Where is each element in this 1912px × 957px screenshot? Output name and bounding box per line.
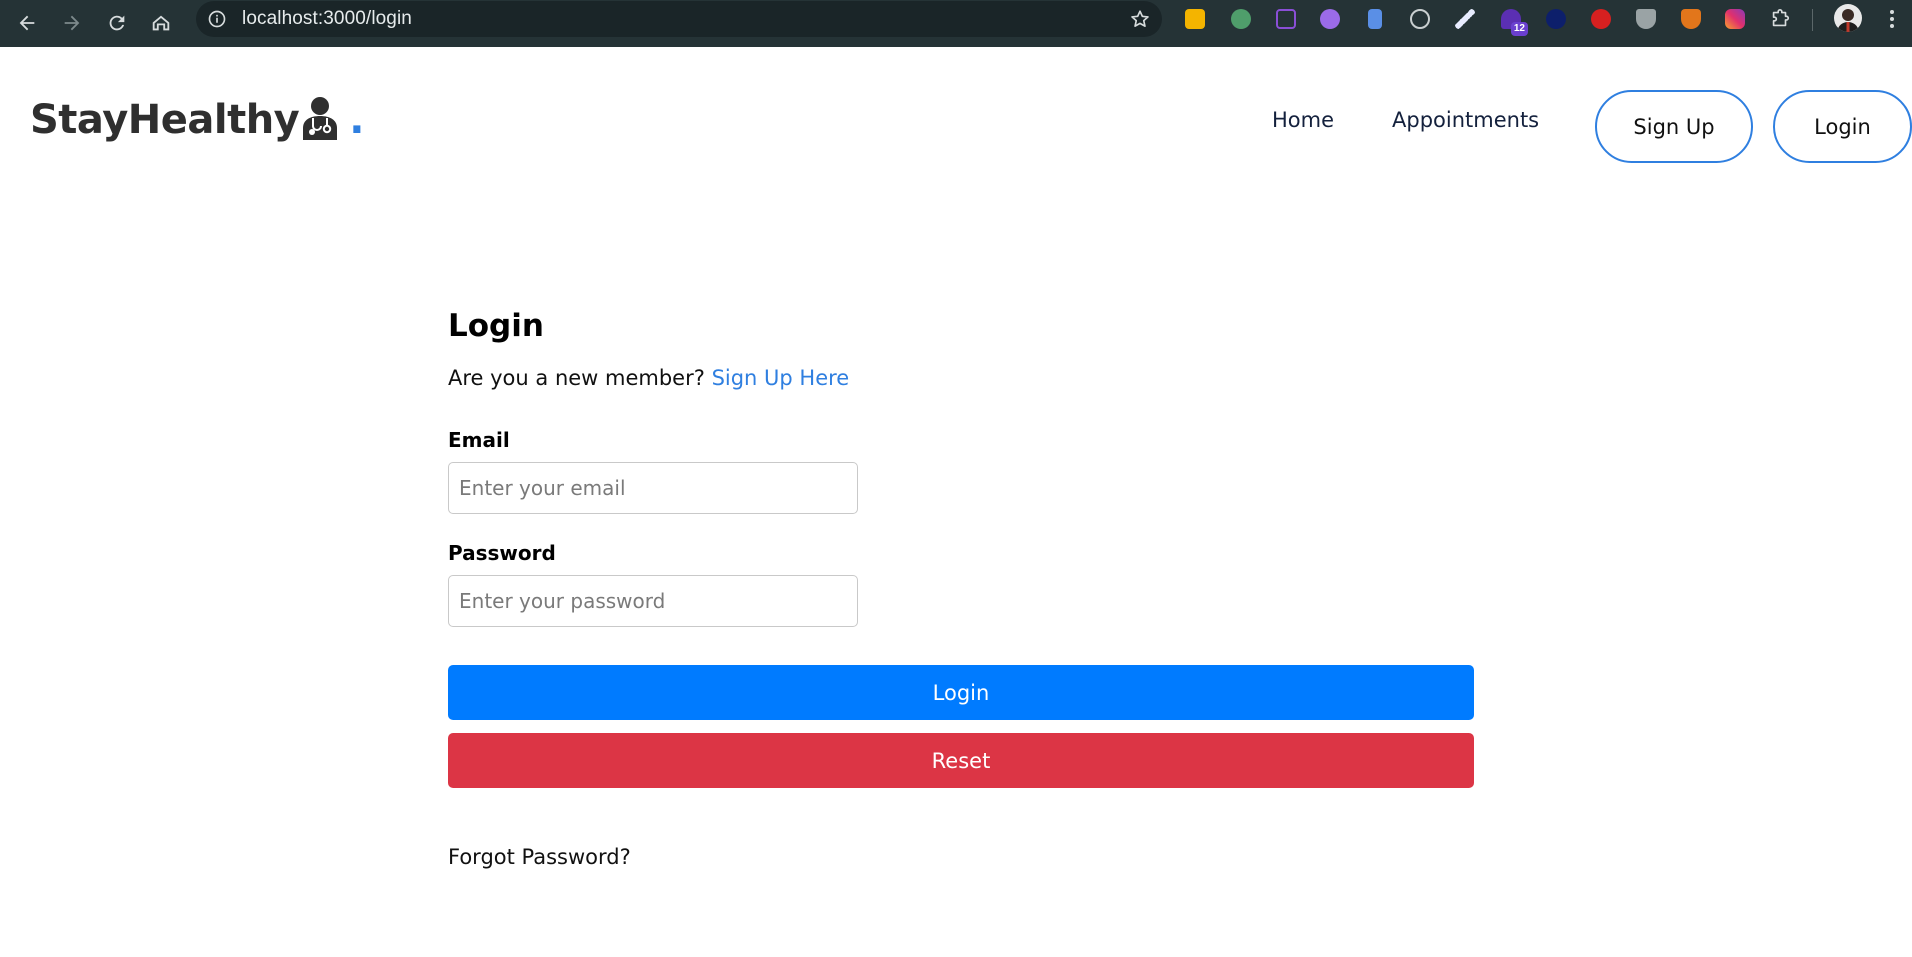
home-button[interactable] bbox=[143, 5, 179, 41]
reload-icon bbox=[109, 15, 125, 31]
login-submit-button[interactable]: Login bbox=[448, 665, 1474, 720]
star-icon[interactable] bbox=[1128, 7, 1152, 31]
extension-fox-icon[interactable] bbox=[1678, 6, 1704, 32]
extension-w-icon[interactable] bbox=[1543, 6, 1569, 32]
reset-button[interactable]: Reset bbox=[448, 733, 1474, 788]
profile-avatar[interactable] bbox=[1834, 4, 1862, 32]
arrow-right-icon bbox=[64, 15, 80, 31]
info-icon[interactable] bbox=[206, 8, 228, 30]
extension-checkbox-icon[interactable] bbox=[1273, 6, 1299, 32]
login-nav-button[interactable]: Login bbox=[1773, 90, 1912, 163]
extension-puzzle-purple-icon[interactable] bbox=[1317, 6, 1343, 32]
extension-eyedropper-icon[interactable] bbox=[1452, 6, 1478, 32]
extension-badge: 12 bbox=[1510, 22, 1528, 36]
home-icon bbox=[152, 15, 170, 31]
extension-compass-icon[interactable] bbox=[1407, 6, 1433, 32]
extension-hat-icon[interactable]: 12 bbox=[1498, 6, 1528, 36]
signup-here-link[interactable]: Sign Up Here bbox=[712, 366, 850, 390]
nav-home-link[interactable]: Home bbox=[1272, 108, 1334, 132]
back-button[interactable] bbox=[9, 5, 45, 41]
form-title: Login bbox=[448, 308, 544, 344]
puzzle-icon[interactable] bbox=[1767, 6, 1793, 32]
forgot-password-link[interactable]: Forgot Password? bbox=[448, 845, 631, 869]
nav-appointments-link[interactable]: Appointments bbox=[1392, 108, 1539, 132]
address-bar[interactable]: localhost:3000/login bbox=[196, 1, 1162, 37]
email-label: Email bbox=[448, 428, 510, 452]
toolbar-divider bbox=[1812, 9, 1813, 31]
url-text[interactable]: localhost:3000/login bbox=[242, 8, 412, 30]
extension-docs-icon[interactable] bbox=[1362, 6, 1388, 32]
member-prompt-text: Are you a new member? bbox=[448, 366, 712, 390]
password-label: Password bbox=[448, 541, 556, 565]
more-vert-icon[interactable] bbox=[1878, 4, 1906, 34]
password-field[interactable] bbox=[448, 575, 858, 627]
browser-toolbar: localhost:3000/login 12 bbox=[0, 0, 1912, 47]
extension-instagram-icon[interactable] bbox=[1722, 6, 1748, 32]
arrow-left-icon bbox=[19, 15, 35, 31]
member-prompt: Are you a new member? Sign Up Here bbox=[448, 366, 849, 390]
signup-button[interactable]: Sign Up bbox=[1595, 90, 1753, 163]
reload-button[interactable] bbox=[99, 5, 135, 41]
extension-notes-icon[interactable] bbox=[1182, 6, 1208, 32]
extension-hand-icon[interactable] bbox=[1588, 6, 1614, 32]
email-field[interactable] bbox=[448, 462, 858, 514]
extension-globe-icon[interactable] bbox=[1228, 6, 1254, 32]
extension-shield-icon[interactable] bbox=[1633, 6, 1659, 32]
forward-button[interactable] bbox=[54, 5, 90, 41]
